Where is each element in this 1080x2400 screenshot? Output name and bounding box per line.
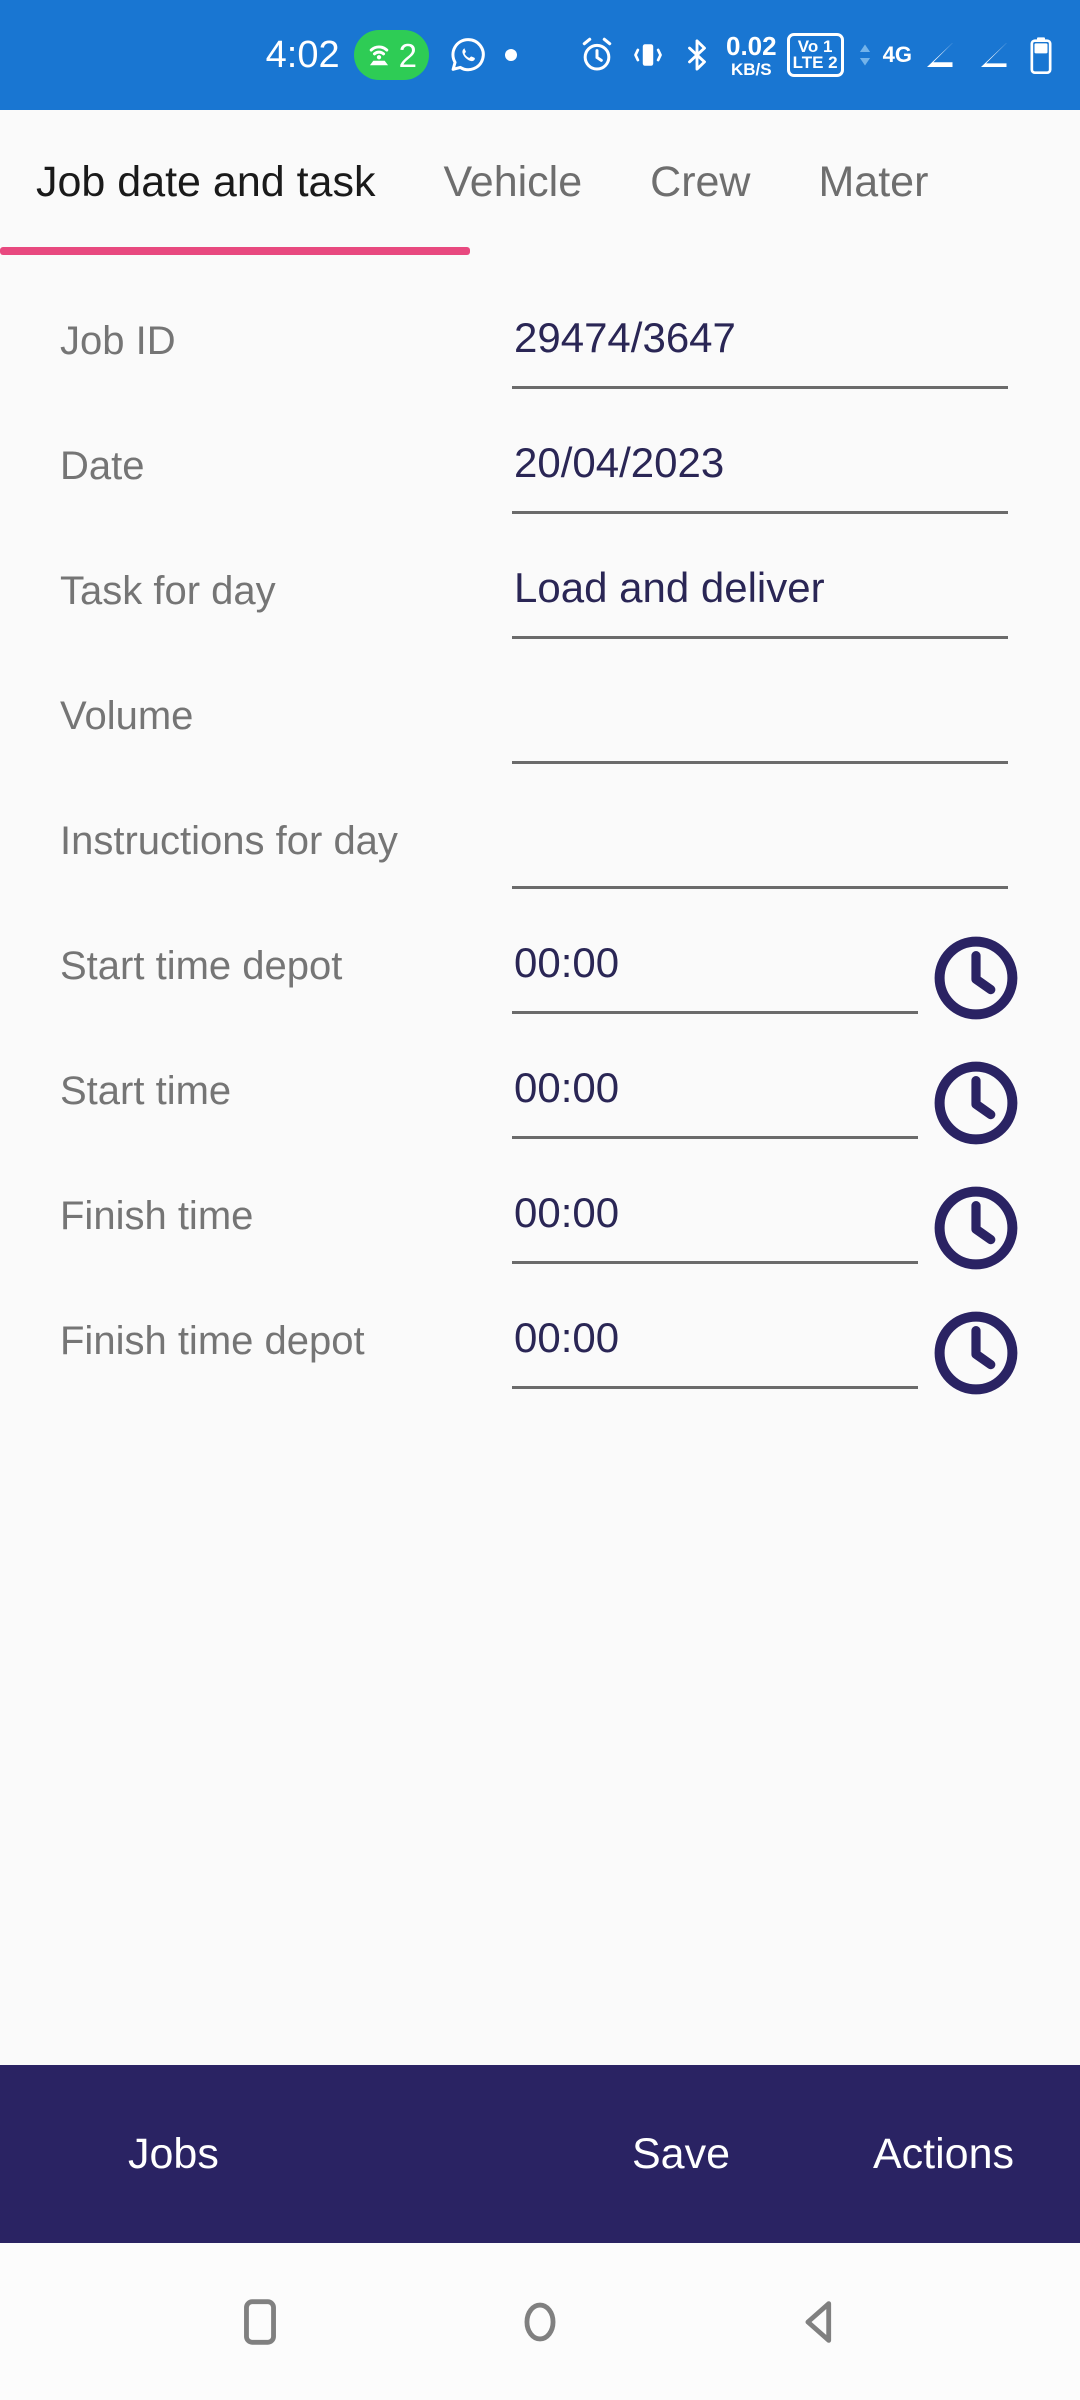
android-navigation-bar [0, 2243, 1080, 2400]
label-instructions-for-day: Instructions for day [60, 819, 398, 863]
form-row-start-time-depot: Start time depot 00:00 [0, 926, 1080, 1051]
data-transfer-arrows-icon [855, 37, 875, 73]
value-finish-time-depot: 00:00 [514, 1314, 620, 1361]
field-job-id[interactable]: 29474/3647 [512, 309, 1008, 389]
field-start-time-depot[interactable]: 00:00 [512, 934, 918, 1014]
field-date[interactable]: 20/04/2023 [512, 434, 1008, 514]
label-start-time-depot: Start time depot [60, 944, 343, 988]
clock-icon-finish-time[interactable] [924, 1176, 1028, 1280]
field-finish-time-depot[interactable]: 00:00 [512, 1309, 918, 1389]
battery-icon [1026, 35, 1056, 75]
form-row-job-id: Job ID 29474/3647 [0, 301, 1080, 426]
value-start-time: 00:00 [514, 1064, 620, 1111]
form-row-finish-time-depot: Finish time depot 00:00 [0, 1301, 1080, 1426]
whatsapp-icon [447, 34, 489, 76]
signal-1-icon [918, 37, 960, 73]
label-finish-time: Finish time [60, 1194, 254, 1238]
hotspot-icon: 2 [353, 30, 429, 80]
value-date: 20/04/2023 [514, 439, 725, 486]
save-button[interactable]: Save [632, 2132, 730, 2176]
value-task-for-day: Load and deliver [514, 564, 825, 611]
tab-vehicle[interactable]: Vehicle [443, 161, 582, 204]
field-start-time[interactable]: 00:00 [512, 1059, 918, 1139]
form-row-finish-time: Finish time 00:00 [0, 1176, 1080, 1301]
field-finish-time[interactable]: 00:00 [512, 1184, 918, 1264]
label-job-id: Job ID [60, 319, 176, 363]
network-type-label: 4G [882, 42, 912, 67]
bottom-action-bar: Jobs Save Actions [0, 2065, 1080, 2243]
hotspot-count: 2 [398, 36, 417, 74]
label-task-for-day: Task for day [60, 569, 276, 613]
tab-materials[interactable]: Mater [818, 161, 928, 204]
job-detail-form: Job ID 29474/3647 Date 20/04/2023 Task f… [0, 255, 1080, 2065]
value-job-id: 29474/3647 [514, 314, 736, 361]
data-speed-value: 0.02 [726, 30, 777, 61]
status-bar-clock: 4:02 [265, 33, 340, 76]
recents-square-icon[interactable] [200, 2262, 320, 2382]
label-finish-time-depot: Finish time depot [60, 1319, 365, 1363]
form-row-date: Date 20/04/2023 [0, 426, 1080, 551]
data-speed-icon: 0.02 KB/S [726, 33, 777, 78]
field-task-for-day[interactable]: Load and deliver [512, 559, 1008, 639]
form-row-volume: Volume [0, 676, 1080, 801]
home-circle-icon[interactable] [480, 2262, 600, 2382]
tab-crew[interactable]: Crew [650, 161, 750, 204]
form-row-start-time: Start time 00:00 [0, 1051, 1080, 1176]
clock-icon-start-time-depot[interactable] [924, 926, 1028, 1030]
dot-indicator-icon [505, 49, 517, 61]
volte-icon: Vo 1 LTE 2 [786, 32, 844, 78]
alarm-icon [577, 35, 617, 75]
volte-line-2: LTE 2 [792, 53, 838, 72]
form-row-task-for-day: Task for day Load and deliver [0, 551, 1080, 676]
signal-2-icon [972, 37, 1014, 73]
tab-bar[interactable]: Job date and task Vehicle Crew Mater [0, 110, 1080, 255]
actions-button[interactable]: Actions [873, 2132, 1014, 2176]
vibrate-icon [629, 36, 667, 74]
label-volume: Volume [60, 694, 194, 738]
jobs-button[interactable]: Jobs [128, 2132, 219, 2176]
value-start-time-depot: 00:00 [514, 939, 620, 986]
data-speed-unit: KB/S [730, 59, 772, 79]
form-row-instructions-for-day: Instructions for day [0, 801, 1080, 926]
status-bar-items: 4:02 2 0.02 KB/S Vo 1 LTE 2 4G [266, 30, 1062, 80]
clock-icon-start-time[interactable] [924, 1051, 1028, 1155]
clock-icon-finish-time-depot[interactable] [924, 1301, 1028, 1405]
bluetooth-icon [679, 36, 715, 74]
value-finish-time: 00:00 [514, 1189, 620, 1236]
field-instructions-for-day[interactable] [512, 809, 1008, 889]
field-volume[interactable] [512, 684, 1008, 764]
active-tab-indicator [0, 247, 470, 255]
back-triangle-icon[interactable] [760, 2262, 880, 2382]
status-bar: 4:02 2 0.02 KB/S Vo 1 LTE 2 4G [0, 0, 1080, 110]
app-root: 4:02 2 0.02 KB/S Vo 1 LTE 2 4G Job date … [0, 0, 1080, 2400]
tab-job-date-and-task[interactable]: Job date and task [36, 161, 375, 204]
label-date: Date [60, 444, 145, 488]
label-start-time: Start time [60, 1069, 232, 1113]
